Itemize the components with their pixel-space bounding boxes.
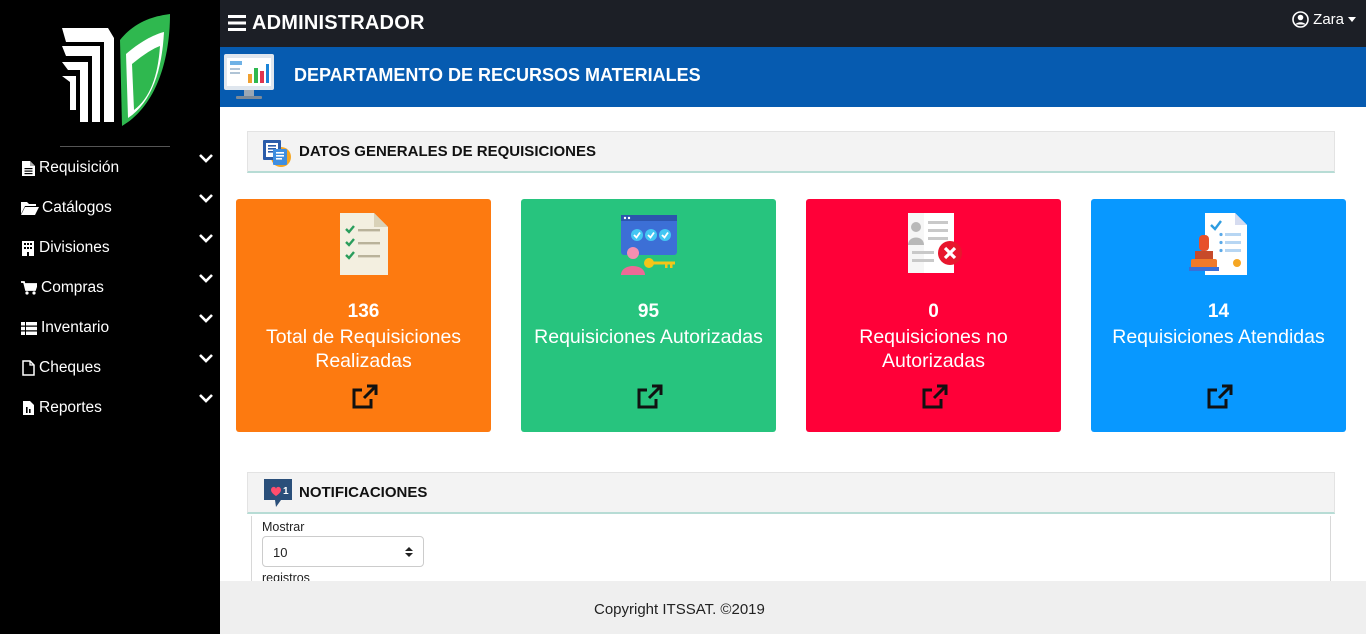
file-outline-icon: [20, 360, 36, 376]
approved-stamp-icon: [1188, 213, 1247, 275]
copyright-text: Copyright ITSSAT. ©2019: [594, 601, 765, 618]
user-name: Zara: [1313, 11, 1344, 28]
footer: Copyright ITSSAT. ©2019: [220, 581, 1366, 634]
chevron-down-icon[interactable]: [198, 350, 214, 366]
show-entries-label: Mostrar: [262, 520, 305, 534]
external-link-icon[interactable]: [1205, 384, 1233, 410]
card-total-requisiciones[interactable]: 136 Total de Requisiciones Realizadas: [236, 199, 491, 432]
card-label: Requisiciones Autorizadas: [534, 326, 763, 348]
external-link-icon[interactable]: [920, 384, 948, 410]
folder-open-icon: [20, 200, 39, 216]
card-requisiciones-atendidas[interactable]: 14 Requisiciones Atendidas: [1091, 199, 1346, 432]
file-report-icon: [20, 400, 36, 416]
section-title: NOTIFICACIONES: [299, 484, 428, 501]
sidebar: Requisición Catálogos Divisiones Compras: [0, 0, 220, 634]
sidebar-item-label: Requisición: [39, 159, 120, 176]
card-value: 136: [347, 301, 380, 322]
chevron-down-icon[interactable]: [198, 190, 214, 206]
checklist-document-icon: [339, 213, 388, 275]
card-requisiciones-no-autorizadas[interactable]: 0 Requisiciones no Autorizadas: [806, 199, 1061, 432]
card-label: Requisiciones Atendidas: [1112, 326, 1325, 348]
chevron-down-icon[interactable]: [198, 310, 214, 326]
topbar: ADMINISTRADOR Zara: [220, 0, 1366, 47]
computer-dashboard-icon: [224, 54, 274, 99]
app-title: ADMINISTRADOR: [252, 12, 425, 34]
user-circle-icon: [1292, 11, 1309, 28]
chevron-down-icon[interactable]: [198, 390, 214, 406]
notifications-section-header: 1 NOTIFICACIONES: [247, 472, 1335, 514]
sidebar-item-label: Compras: [41, 279, 104, 296]
card-value: 95: [637, 301, 660, 322]
menu-toggle-icon[interactable]: [228, 14, 246, 32]
sidebar-item-catalogos[interactable]: Catálogos: [0, 188, 220, 228]
notifications-table-controls: Mostrar 10 registros: [251, 516, 1331, 586]
chevron-down-icon[interactable]: [198, 230, 214, 246]
sidebar-item-divisiones[interactable]: Divisiones: [0, 228, 220, 268]
chevron-down-icon[interactable]: [198, 150, 214, 166]
page-size-value: 10: [273, 545, 288, 560]
card-label: Total de Requisiciones Realizadas: [265, 326, 462, 372]
chevron-down-icon[interactable]: [198, 270, 214, 286]
sidebar-item-reportes[interactable]: Reportes: [0, 388, 220, 428]
requisitions-report-icon: [263, 139, 291, 167]
table-list-icon: [20, 320, 38, 336]
shopping-cart-icon: [20, 280, 38, 296]
sidebar-item-label: Inventario: [41, 319, 110, 336]
department-title: DEPARTAMENTO DE RECURSOS MATERIALES: [294, 65, 701, 85]
sidebar-item-cheques[interactable]: Cheques: [0, 348, 220, 388]
notification-count: 1: [283, 486, 289, 497]
summary-section-header: DATOS GENERALES DE REQUISICIONES: [247, 131, 1335, 173]
building-icon: [20, 240, 36, 256]
select-sort-icon: [405, 547, 413, 557]
logo-divider: [60, 146, 170, 147]
sidebar-nav: Requisición Catálogos Divisiones Compras: [0, 148, 220, 428]
card-value: 0: [928, 301, 939, 322]
rejected-document-icon: [907, 213, 962, 273]
sidebar-item-inventario[interactable]: Inventario: [0, 308, 220, 348]
sidebar-item-label: Cheques: [39, 359, 102, 376]
department-header: DEPARTAMENTO DE RECURSOS MATERIALES: [220, 47, 1366, 107]
notification-heart-icon: 1: [264, 478, 292, 507]
card-label: Requisiciones no Autorizadas: [859, 326, 1008, 372]
section-title: DATOS GENERALES DE REQUISICIONES: [299, 143, 596, 160]
external-link-icon[interactable]: [635, 384, 663, 410]
sidebar-item-label: Reportes: [39, 399, 102, 416]
sidebar-item-label: Catálogos: [42, 199, 112, 216]
file-icon: [20, 160, 36, 176]
sidebar-item-compras[interactable]: Compras: [0, 268, 220, 308]
authorized-key-icon: [620, 215, 677, 275]
institution-logo: [62, 14, 170, 126]
external-link-icon[interactable]: [350, 384, 378, 410]
sidebar-item-requisicion[interactable]: Requisición: [0, 148, 220, 188]
card-requisiciones-autorizadas[interactable]: 95 Requisiciones Autorizadas: [521, 199, 776, 432]
caret-down-icon: [1348, 17, 1356, 22]
sidebar-item-label: Divisiones: [39, 239, 110, 256]
user-menu-dropdown[interactable]: Zara: [1292, 11, 1356, 28]
card-value: 14: [1207, 301, 1230, 322]
page-size-select[interactable]: 10: [262, 536, 424, 567]
